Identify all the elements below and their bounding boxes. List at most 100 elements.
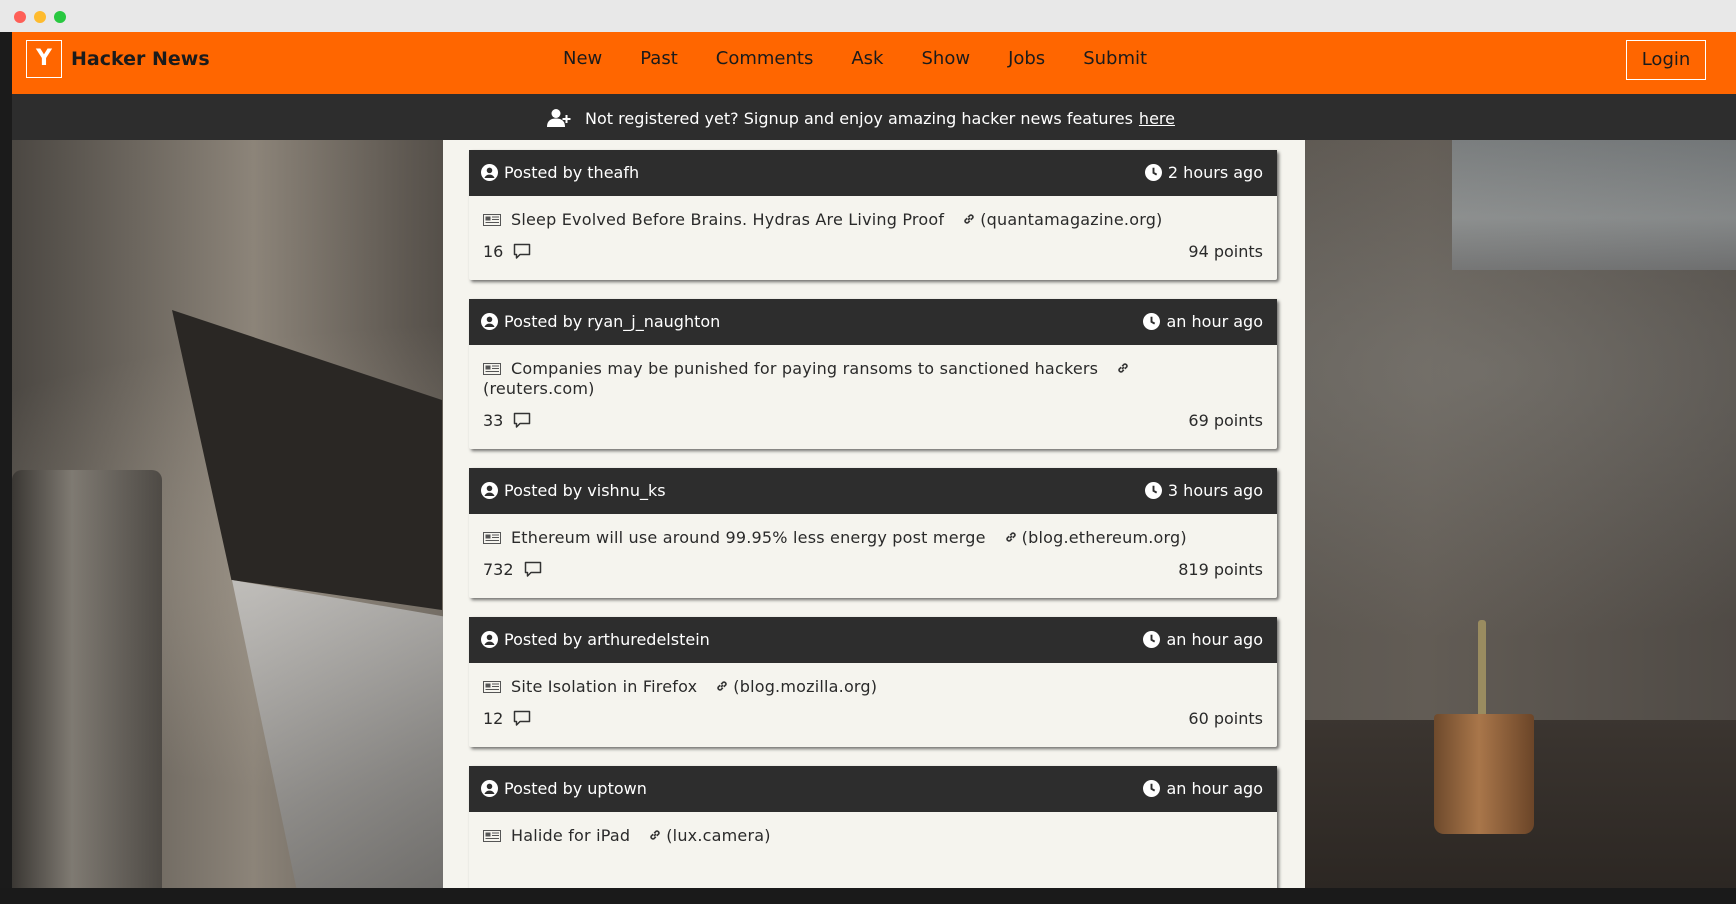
user-circle-icon — [481, 631, 498, 648]
window-left-edge — [0, 32, 12, 904]
author-name[interactable]: vishnu_ks — [587, 481, 665, 500]
comments-link[interactable]: 16 — [483, 242, 531, 261]
story-author: Posted by vishnu_ks — [481, 481, 666, 500]
background-laptop-stand — [232, 580, 462, 894]
story-domain[interactable]: (blog.mozilla.org) — [733, 677, 877, 696]
comment-icon — [514, 710, 531, 726]
story-domain[interactable]: (quantamagazine.org) — [980, 210, 1162, 229]
story-time: 3 hours ago — [1144, 481, 1263, 500]
login-button[interactable]: Login — [1626, 40, 1706, 80]
comment-count: 16 — [483, 242, 504, 261]
story-header: Posted by vishnu_ks 3 hours ago — [469, 468, 1277, 514]
story-feed: Posted by theafh 2 hours ago Sleep Evolv… — [443, 140, 1305, 894]
time-ago: an hour ago — [1166, 779, 1263, 798]
story-body: Ethereum will use around 99.95% less ene… — [469, 514, 1277, 588]
comment-count: 33 — [483, 411, 504, 430]
story-title-row: Sleep Evolved Before Brains. Hydras Are … — [483, 196, 1263, 230]
story-domain[interactable]: (blog.ethereum.org) — [1022, 528, 1187, 547]
story-card: Posted by ryan_j_naughton an hour ago Co… — [469, 299, 1277, 449]
newspaper-icon — [483, 830, 501, 842]
author-name[interactable]: arthuredelstein — [587, 630, 710, 649]
link-icon — [650, 830, 660, 840]
story-domain[interactable]: (reuters.com) — [483, 379, 595, 398]
author-name[interactable]: theafh — [587, 163, 639, 182]
nav-ask[interactable]: Ask — [851, 45, 883, 73]
window-titlebar — [0, 0, 1736, 32]
site-title[interactable]: Hacker News — [71, 45, 210, 73]
story-author: Posted by ryan_j_naughton — [481, 312, 720, 331]
story-time: an hour ago — [1143, 312, 1263, 331]
user-circle-icon — [481, 482, 498, 499]
comments-link[interactable]: 33 — [483, 411, 531, 430]
story-points: 60 points — [1188, 709, 1263, 728]
hn-logo[interactable]: Y — [26, 40, 62, 78]
background-cup — [1434, 714, 1534, 834]
newspaper-icon — [483, 363, 501, 375]
story-author: Posted by uptown — [481, 779, 647, 798]
clock-icon — [1143, 631, 1161, 648]
maximize-window-button[interactable] — [54, 11, 66, 23]
nav-comments[interactable]: Comments — [716, 45, 814, 73]
story-title[interactable]: Ethereum will use around 99.95% less ene… — [511, 528, 986, 547]
story-card: Posted by arthuredelstein an hour ago Si… — [469, 617, 1277, 747]
story-title[interactable]: Site Isolation in Firefox — [511, 677, 697, 696]
story-meta: 16 94 points — [483, 230, 1263, 270]
story-meta: 732 819 points — [483, 548, 1263, 588]
link-icon — [1005, 532, 1016, 542]
story-author: Posted by theafh — [481, 163, 639, 182]
story-title[interactable]: Companies may be punished for paying ran… — [511, 359, 1098, 378]
clock-icon — [1144, 164, 1162, 181]
author-name[interactable]: uptown — [587, 779, 647, 798]
comment-count: 12 — [483, 709, 504, 728]
story-title[interactable]: Sleep Evolved Before Brains. Hydras Are … — [511, 210, 944, 229]
signup-content: Not registered yet? Signup and enjoy ama… — [547, 106, 1175, 130]
story-header: Posted by uptown an hour ago — [469, 766, 1277, 812]
clock-icon — [1144, 482, 1162, 499]
author-prefix: Posted by — [504, 163, 583, 182]
nav-past[interactable]: Past — [640, 45, 678, 73]
comment-icon — [514, 243, 531, 259]
story-header: Posted by ryan_j_naughton an hour ago — [469, 299, 1277, 345]
story-title-row: Halide for iPad (lux.camera) — [483, 812, 1263, 846]
story-points: 94 points — [1188, 242, 1263, 261]
newspaper-icon — [483, 214, 501, 226]
comment-icon — [514, 412, 531, 428]
story-meta: 12 60 points — [483, 697, 1263, 737]
user-plus-icon — [547, 109, 571, 127]
author-prefix: Posted by — [504, 630, 583, 649]
time-ago: 2 hours ago — [1167, 163, 1263, 182]
story-domain[interactable]: (lux.camera) — [666, 826, 770, 845]
link-icon — [717, 681, 727, 691]
clock-icon — [1143, 780, 1161, 797]
comments-link[interactable]: 732 — [483, 560, 542, 579]
signup-link[interactable]: here — [1139, 109, 1175, 128]
close-window-button[interactable] — [14, 11, 26, 23]
story-title-row: Companies may be punished for paying ran… — [483, 345, 1173, 399]
user-circle-icon — [481, 313, 498, 330]
link-icon — [964, 214, 974, 224]
minimize-window-button[interactable] — [34, 11, 46, 23]
nav-submit[interactable]: Submit — [1083, 45, 1147, 73]
author-name[interactable]: ryan_j_naughton — [587, 312, 720, 331]
story-card: Posted by theafh 2 hours ago Sleep Evolv… — [469, 150, 1277, 280]
nav-new[interactable]: New — [563, 45, 602, 73]
comment-count: 732 — [483, 560, 514, 579]
top-navbar: Y Hacker News New Past Comments Ask Show… — [12, 32, 1736, 94]
link-icon — [1118, 363, 1128, 373]
story-header: Posted by arthuredelstein an hour ago — [469, 617, 1277, 663]
story-meta: 33 69 points — [483, 399, 1263, 439]
signup-text: Not registered yet? Signup and enjoy ama… — [585, 108, 1133, 128]
user-circle-icon — [481, 164, 498, 181]
nav-links: New Past Comments Ask Show Jobs Submit — [563, 45, 1185, 73]
story-body: Sleep Evolved Before Brains. Hydras Are … — [469, 196, 1277, 270]
clock-icon — [1143, 313, 1161, 330]
nav-show[interactable]: Show — [921, 45, 970, 73]
nav-jobs[interactable]: Jobs — [1008, 45, 1045, 73]
story-author: Posted by arthuredelstein — [481, 630, 710, 649]
author-prefix: Posted by — [504, 779, 583, 798]
story-points: 819 points — [1178, 560, 1263, 579]
story-body: Halide for iPad (lux.camera) — [469, 812, 1277, 846]
story-title[interactable]: Halide for iPad — [511, 826, 630, 845]
time-ago: an hour ago — [1166, 312, 1263, 331]
comments-link[interactable]: 12 — [483, 709, 531, 728]
